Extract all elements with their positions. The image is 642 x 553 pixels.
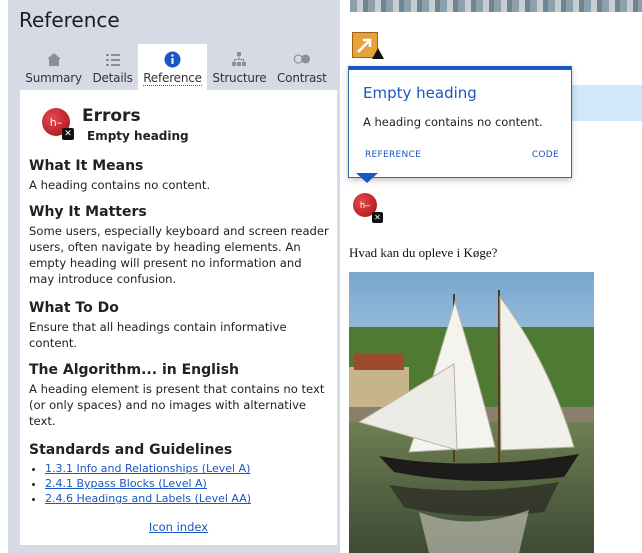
popup-code-link[interactable]: CODE xyxy=(532,150,559,160)
info-icon xyxy=(164,50,182,68)
list-item: 1.3.1 Info and Relationships (Level A) xyxy=(45,461,329,476)
popup-reference-link[interactable]: REFERENCE xyxy=(365,150,421,160)
highlight-strip xyxy=(562,85,642,121)
list-item: 2.4.6 Headings and Labels (Level AA) xyxy=(45,491,329,506)
error-category-title: Errors xyxy=(82,106,141,126)
error-subtitle: Empty heading xyxy=(87,129,189,143)
icon-index: Icon index xyxy=(20,520,337,534)
popup-description: A heading contains no content. xyxy=(363,115,543,129)
standard-link[interactable]: 2.4.6 Headings and Labels (Level AA) xyxy=(45,492,251,505)
section-heading: The Algorithm... in English xyxy=(29,362,240,378)
tab-structure[interactable]: Structure xyxy=(207,44,272,90)
tab-summary-label: Summary xyxy=(25,71,82,85)
page-heading: Hvad kan du opleve i Køge? xyxy=(349,245,498,260)
page-content: Empty heading A heading contains no cont… xyxy=(340,0,642,553)
tab-details[interactable]: Details xyxy=(87,44,138,90)
structure-icon xyxy=(230,50,248,68)
popup-title: Empty heading xyxy=(363,84,477,102)
icon-index-link[interactable]: Icon index xyxy=(149,520,208,534)
list-item: 2.4.1 Bypass Blocks (Level A) xyxy=(45,476,329,491)
banner-image xyxy=(350,0,642,12)
section-what-it-means: What It Means A heading contains no cont… xyxy=(29,158,329,193)
error-x-icon: ✕ xyxy=(62,128,74,140)
section-text: Ensure that all headings contain informa… xyxy=(29,320,287,350)
standards-list: 1.3.1 Info and Relationships (Level A) 2… xyxy=(29,461,329,506)
popup-pointer xyxy=(356,173,378,183)
reference-panel: h– ✕ Errors Empty heading What It Means … xyxy=(20,90,337,545)
tab-contrast[interactable]: Contrast xyxy=(272,44,332,90)
section-text: Some users, especially keyboard and scre… xyxy=(29,224,329,286)
wave-sidebar: Reference Summary Details Reference Stru… xyxy=(8,0,340,553)
home-icon xyxy=(45,50,63,68)
standard-link[interactable]: 1.3.1 Info and Relationships (Level A) xyxy=(45,462,250,475)
list-icon xyxy=(104,50,122,68)
section-why-it-matters: Why It Matters Some users, especially ke… xyxy=(29,204,329,287)
tab-details-label: Details xyxy=(92,71,133,85)
standard-link[interactable]: 2.4.1 Bypass Blocks (Level A) xyxy=(45,477,207,490)
tab-reference-label: Reference xyxy=(143,71,202,86)
warning-triangle-icon xyxy=(372,48,384,59)
sailboat-photo xyxy=(349,272,594,553)
tab-summary[interactable]: Summary xyxy=(20,44,87,90)
error-x-icon: ✕ xyxy=(372,212,383,223)
section-heading: Standards and Guidelines xyxy=(29,442,233,458)
tab-reference[interactable]: Reference xyxy=(137,44,208,90)
section-heading: What It Means xyxy=(29,158,144,174)
section-standards: Standards and Guidelines 1.3.1 Info and … xyxy=(29,442,329,506)
section-what-to-do: What To Do Ensure that all headings cont… xyxy=(29,300,329,351)
section-text: A heading contains no content. xyxy=(29,178,211,192)
tab-structure-label: Structure xyxy=(212,71,267,85)
tab-contrast-label: Contrast xyxy=(277,71,327,85)
sidebar-title: Reference xyxy=(19,8,120,32)
section-algorithm: The Algorithm... in English A heading el… xyxy=(29,362,329,429)
error-popup: Empty heading A heading contains no cont… xyxy=(348,66,572,178)
contrast-icon xyxy=(293,50,311,68)
section-heading: Why It Matters xyxy=(29,204,147,220)
section-heading: What To Do xyxy=(29,300,119,316)
sidebar-tabs: Summary Details Reference Structure Cont… xyxy=(20,44,332,90)
section-text: A heading element is present that contai… xyxy=(29,382,325,428)
